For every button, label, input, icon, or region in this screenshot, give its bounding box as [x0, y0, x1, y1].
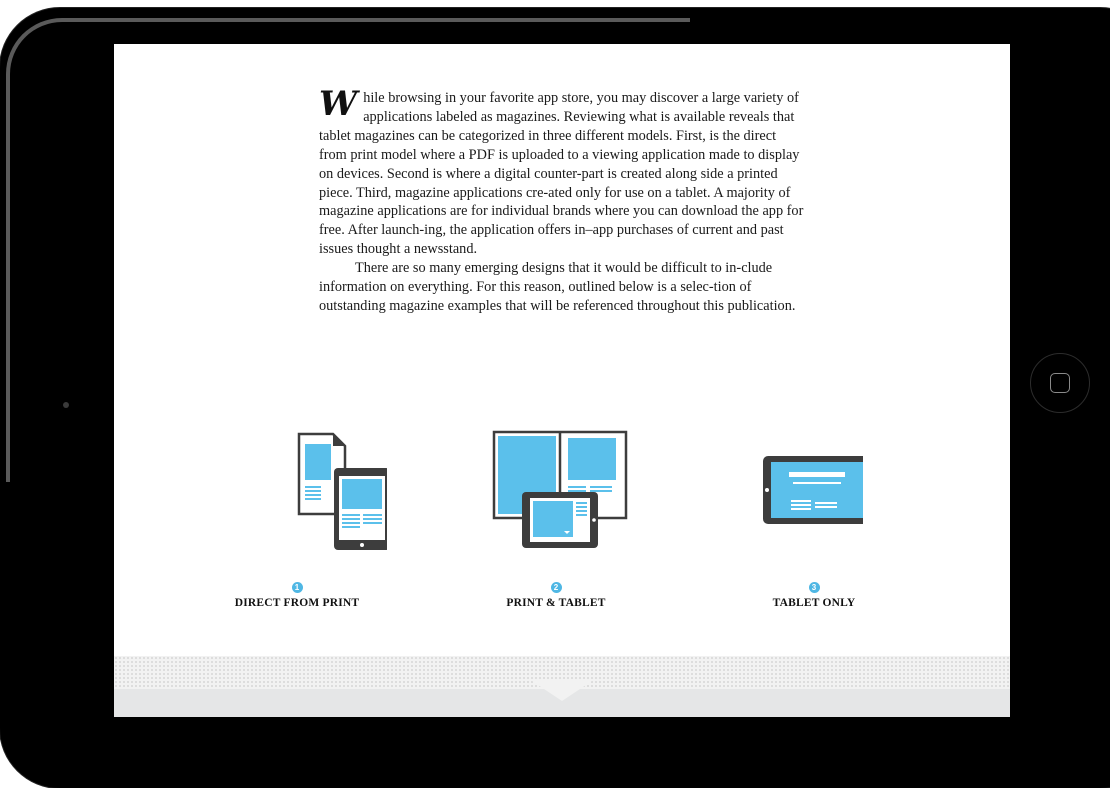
article-paragraph-2: There are so many emerging designs that … [319, 260, 796, 314]
drop-cap: W [319, 84, 358, 124]
screen: W hile browsing in your favorite app sto… [114, 44, 1010, 717]
number-badge-3: 3 [808, 582, 820, 593]
number-badge-1: 1 [291, 582, 303, 593]
article-body: W hile browsing in your favorite app sto… [319, 84, 804, 316]
model-2-label: PRINT & TABLET [506, 597, 606, 609]
number-badge-2: 2 [550, 582, 562, 593]
home-button[interactable] [1030, 353, 1090, 413]
print-and-tablet-pages-icon [297, 432, 387, 550]
home-button-icon [1050, 373, 1070, 393]
article-paragraph-1: W hile browsing in your favorite app sto… [319, 84, 804, 259]
model-print-and-tablet [434, 424, 684, 564]
paragraph-1-text: hile browsing in your favorite app store… [319, 90, 804, 258]
page-down-notch[interactable] [532, 681, 592, 701]
front-camera [63, 402, 69, 408]
landscape-tablet-icon [763, 456, 863, 524]
model-tablet-only [678, 424, 928, 564]
open-magazine-with-tablet-icon [492, 430, 628, 548]
model-2-caption: 2 PRINT & TABLET [456, 582, 656, 609]
model-1-label: DIRECT FROM PRINT [234, 597, 360, 609]
model-1-caption: 1 DIRECT FROM PRINT [197, 582, 397, 609]
model-direct-from-print [202, 424, 452, 564]
model-3-label: TABLET ONLY [772, 597, 856, 609]
model-3-caption: 3 TABLET ONLY [714, 582, 914, 609]
